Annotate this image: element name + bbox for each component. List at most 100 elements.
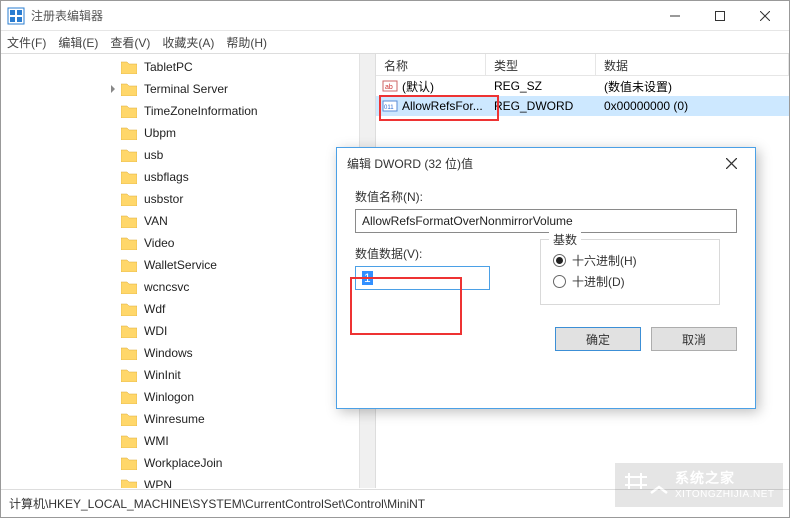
tree-node-label: usb — [141, 147, 166, 163]
col-header-type[interactable]: 类型 — [486, 54, 596, 75]
tree-node[interactable]: TimeZoneInformation — [1, 100, 359, 122]
maximize-button[interactable] — [697, 1, 742, 30]
chevron-right-icon — [107, 85, 119, 93]
row-type: REG_DWORD — [486, 99, 596, 113]
folder-icon — [121, 346, 137, 360]
tree-node[interactable]: Winresume — [1, 408, 359, 430]
row-data: (数值未设置) — [596, 78, 789, 95]
folder-icon — [121, 324, 137, 338]
value-data-label: 数值数据(V): — [355, 245, 540, 262]
tree-node-label: VAN — [141, 213, 171, 229]
value-data-input[interactable]: 1 — [355, 266, 490, 290]
row-name: AllowRefsFor... — [402, 99, 483, 113]
svg-text:系统之家: 系统之家 — [675, 470, 735, 486]
minimize-button[interactable] — [652, 1, 697, 30]
tree-node[interactable]: Winlogon — [1, 386, 359, 408]
folder-icon — [121, 126, 137, 140]
tree-node-label: TimeZoneInformation — [141, 103, 261, 119]
string-value-icon: ab — [382, 78, 398, 94]
folder-icon — [121, 60, 137, 74]
window-title: 注册表编辑器 — [31, 7, 652, 24]
tree-node-label: Video — [141, 235, 177, 251]
svg-text:XITONGZHIJIA.NET: XITONGZHIJIA.NET — [675, 489, 775, 500]
tree-node[interactable]: WalletService — [1, 254, 359, 276]
menu-edit[interactable]: 编辑(E) — [58, 34, 98, 51]
menu-favorites[interactable]: 收藏夹(A) — [162, 34, 214, 51]
list-row[interactable]: ab(默认)REG_SZ(数值未设置) — [376, 76, 789, 96]
folder-icon — [121, 148, 137, 162]
value-name-input[interactable]: AllowRefsFormatOverNonmirrorVolume — [355, 209, 737, 233]
tree-node-label: usbstor — [141, 191, 186, 207]
titlebar: 注册表编辑器 — [1, 1, 789, 31]
folder-icon — [121, 236, 137, 250]
tree-node[interactable]: TabletPC — [1, 56, 359, 78]
tree-node-label: WalletService — [141, 257, 220, 273]
tree-node[interactable]: Wdf — [1, 298, 359, 320]
folder-icon — [121, 258, 137, 272]
col-header-name[interactable]: 名称 — [376, 54, 486, 75]
tree-node-label: Terminal Server — [141, 81, 231, 97]
watermark: 系统之家 XITONGZHIJIA.NET — [615, 463, 783, 507]
menubar: 文件(F) 编辑(E) 查看(V) 收藏夹(A) 帮助(H) — [1, 31, 789, 53]
tree-node[interactable]: usb — [1, 144, 359, 166]
folder-icon — [121, 170, 137, 184]
tree-node-label: WinInit — [141, 367, 184, 383]
tree-pane: TabletPC Terminal Server TimeZoneInformati… — [1, 54, 376, 488]
cancel-button[interactable]: 取消 — [651, 327, 737, 351]
close-button[interactable] — [742, 1, 787, 30]
radix-dec-radio[interactable]: 十进制(D) — [553, 273, 707, 290]
tree-node-label: WPN — [141, 477, 175, 488]
tree-node[interactable]: Terminal Server — [1, 78, 359, 100]
tree-node[interactable]: usbflags — [1, 166, 359, 188]
folder-icon — [121, 456, 137, 470]
tree-node[interactable]: Ubpm — [1, 122, 359, 144]
radix-hex-radio[interactable]: 十六进制(H) — [553, 252, 707, 269]
tree-node-label: Windows — [141, 345, 196, 361]
folder-icon — [121, 478, 137, 488]
tree-node[interactable]: Windows — [1, 342, 359, 364]
tree-node[interactable]: WorkplaceJoin — [1, 452, 359, 474]
row-data: 0x00000000 (0) — [596, 99, 789, 113]
binary-value-icon: 011 — [382, 98, 398, 114]
tree-node-label: TabletPC — [141, 59, 196, 75]
svg-text:ab: ab — [385, 84, 393, 91]
ok-button[interactable]: 确定 — [555, 327, 641, 351]
tree-node[interactable]: WPN — [1, 474, 359, 488]
tree-node-label: Wdf — [141, 301, 168, 317]
status-path: 计算机\HKEY_LOCAL_MACHINE\SYSTEM\CurrentCon… — [9, 497, 425, 511]
folder-icon — [121, 280, 137, 294]
col-header-data[interactable]: 数据 — [596, 54, 789, 75]
tree-node[interactable]: WMI — [1, 430, 359, 452]
list-row[interactable]: 011 AllowRefsFor...REG_DWORD0x00000000 (0… — [376, 96, 789, 116]
menu-view[interactable]: 查看(V) — [110, 34, 150, 51]
dialog-title: 编辑 DWORD (32 位)值 — [347, 155, 473, 172]
radix-group-label: 基数 — [549, 231, 581, 248]
tree-node-label: WorkplaceJoin — [141, 455, 225, 471]
edit-dword-dialog: 编辑 DWORD (32 位)值 数值名称(N): AllowRefsForma… — [336, 147, 756, 409]
tree-node[interactable]: Video — [1, 232, 359, 254]
folder-icon — [121, 368, 137, 382]
menu-file[interactable]: 文件(F) — [7, 34, 46, 51]
tree-node[interactable]: usbstor — [1, 188, 359, 210]
list-header: 名称 类型 数据 — [376, 54, 789, 76]
tree-node[interactable]: wcncsvc — [1, 276, 359, 298]
folder-icon — [121, 214, 137, 228]
folder-icon — [121, 82, 137, 96]
tree-node[interactable]: VAN — [1, 210, 359, 232]
folder-icon — [121, 434, 137, 448]
dialog-close-button[interactable] — [717, 152, 745, 174]
value-name-label: 数值名称(N): — [355, 188, 737, 205]
tree-node[interactable]: WinInit — [1, 364, 359, 386]
folder-icon — [121, 104, 137, 118]
tree-node-label: WDI — [141, 323, 170, 339]
tree-node-label: Winlogon — [141, 389, 197, 405]
folder-icon — [121, 412, 137, 426]
folder-icon — [121, 302, 137, 316]
folder-icon — [121, 192, 137, 206]
app-icon — [7, 7, 25, 25]
tree-node-label: Ubpm — [141, 125, 179, 141]
menu-help[interactable]: 帮助(H) — [226, 34, 267, 51]
tree-node[interactable]: WDI — [1, 320, 359, 342]
tree-node-label: wcncsvc — [141, 279, 192, 295]
row-type: REG_SZ — [486, 79, 596, 93]
